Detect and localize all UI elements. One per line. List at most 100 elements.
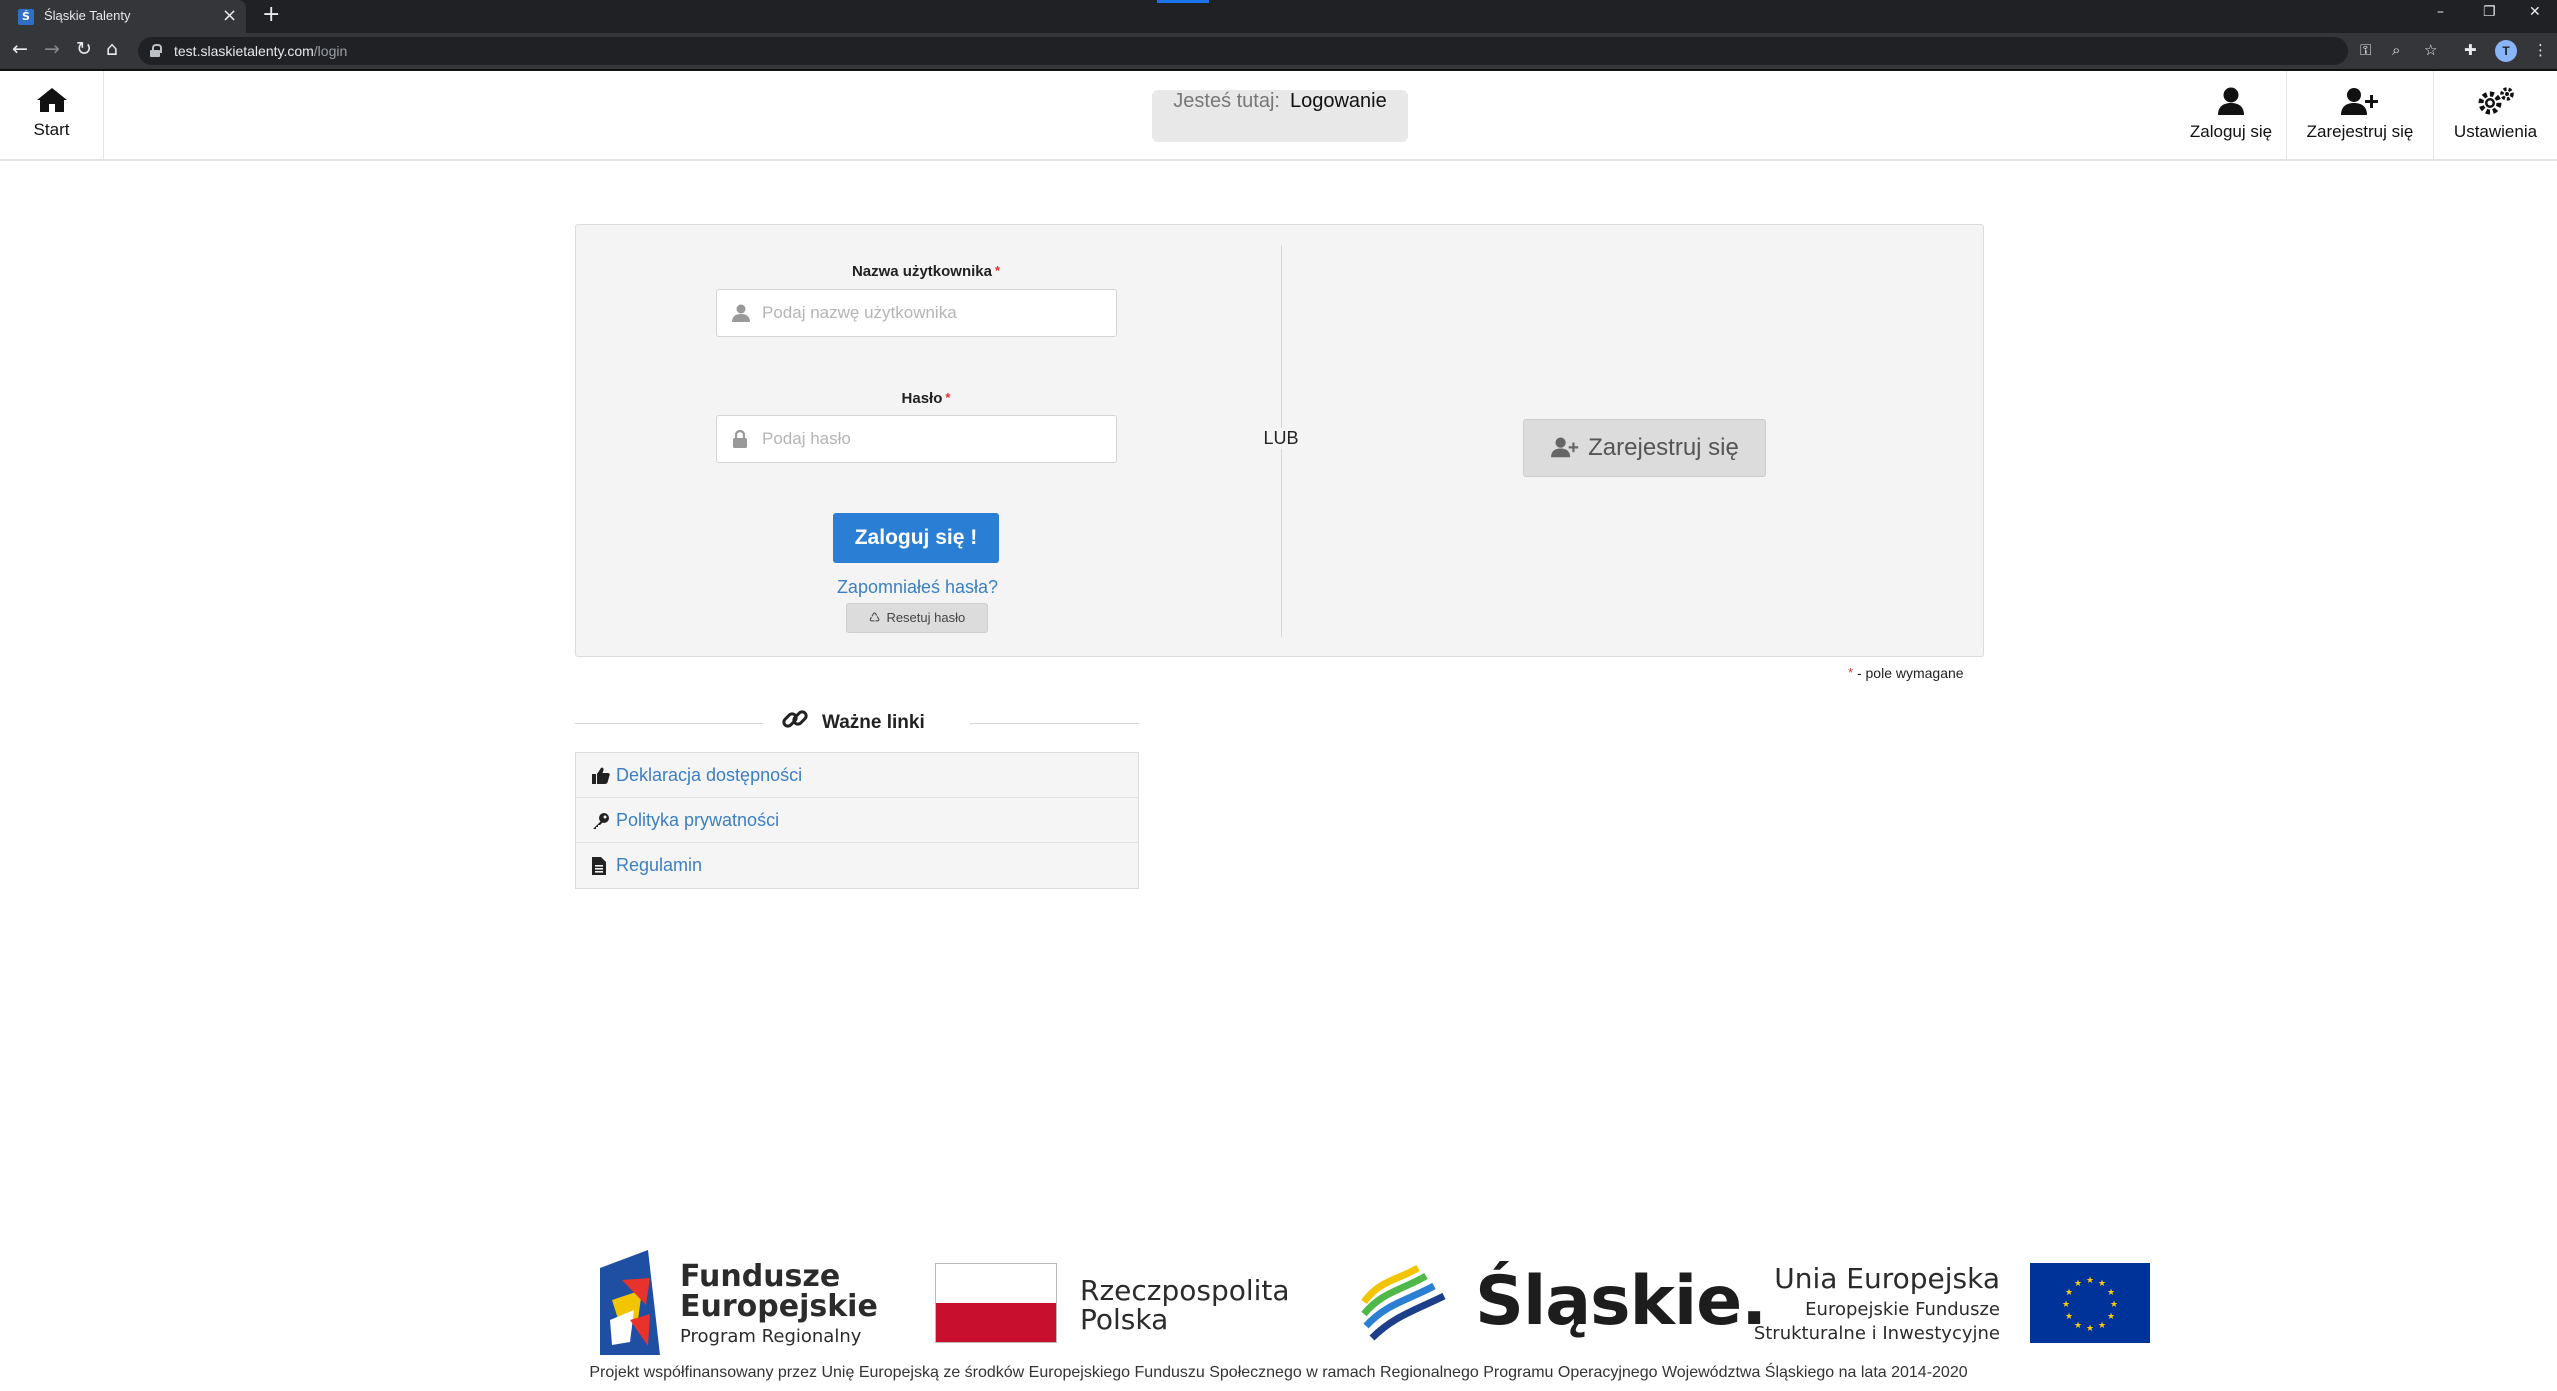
svg-text:★: ★ bbox=[2065, 1312, 2073, 1322]
link-icon bbox=[782, 710, 808, 728]
cogs-icon bbox=[2478, 87, 2514, 115]
pl-line1: Rzeczpospolita bbox=[1080, 1274, 1290, 1307]
close-tab-icon[interactable]: × bbox=[222, 5, 237, 26]
footer-logos: Fundusze Europejskie Program Regionalny … bbox=[0, 1240, 2557, 1360]
restore-icon[interactable]: ❐ bbox=[2483, 4, 2496, 20]
poland-flag-icon bbox=[935, 1263, 1057, 1343]
european-funds-logo-sub: Program Regionalny bbox=[680, 1326, 862, 1347]
lock-icon[interactable] bbox=[150, 44, 162, 57]
username-label-text: Nazwa użytkownika bbox=[851, 263, 992, 280]
password-label-text: Hasło bbox=[901, 390, 943, 407]
minimize-icon[interactable]: – bbox=[2437, 4, 2444, 20]
home-icon[interactable]: ⌂ bbox=[106, 38, 118, 60]
reset-password-label: Resetuj hasło bbox=[886, 610, 966, 625]
required-mark: * bbox=[1848, 665, 1854, 680]
document-icon bbox=[592, 857, 606, 875]
poland-logo-text: Rzeczpospolita Polska bbox=[1080, 1276, 1290, 1334]
important-links-list: Deklaracja dostępności Polityka prywatno… bbox=[575, 752, 1139, 889]
username-field[interactable] bbox=[716, 289, 1117, 337]
required-mark: * bbox=[994, 263, 1001, 278]
profile-avatar[interactable]: T bbox=[2495, 40, 2517, 62]
nav-settings[interactable]: Ustawienia bbox=[2434, 71, 2557, 159]
svg-text:★: ★ bbox=[2074, 1279, 2082, 1289]
password-label: Hasło * bbox=[576, 390, 1276, 407]
new-tab-icon[interactable]: + bbox=[262, 2, 280, 27]
username-label: Nazwa użytkownika * bbox=[576, 263, 1276, 280]
svg-text:★: ★ bbox=[2098, 1279, 2106, 1289]
user-plus-icon bbox=[1551, 437, 1579, 458]
forgot-password-link[interactable]: Zapomniałeś hasła? bbox=[576, 577, 1259, 598]
svg-text:★: ★ bbox=[2074, 1321, 2082, 1331]
reset-password-button[interactable]: ♺ Resetuj hasło bbox=[846, 603, 988, 633]
site-header: Start Jesteś tutaj: Logowanie Zaloguj się… bbox=[0, 71, 2557, 161]
breadcrumb-current: Logowanie bbox=[1289, 90, 1387, 112]
nav-login-label: Zaloguj się bbox=[2189, 122, 2273, 141]
browser-tab-strip: Ś Śląskie Talenty × + – ❐ ✕ bbox=[0, 0, 2557, 33]
svg-text:★: ★ bbox=[2062, 1300, 2070, 1310]
svg-text:★: ★ bbox=[2107, 1288, 2115, 1298]
svg-text:★: ★ bbox=[2086, 1324, 2094, 1334]
svg-text:★: ★ bbox=[2065, 1288, 2073, 1298]
breadcrumb-prefix: Jesteś tutaj: bbox=[1173, 90, 1280, 112]
heading-rule-right bbox=[970, 723, 1139, 724]
nav-login[interactable]: Zaloguj się bbox=[2176, 71, 2286, 159]
required-mark: * bbox=[945, 390, 951, 405]
password-input[interactable] bbox=[762, 424, 1107, 454]
zoom-icon[interactable]: ⌕ bbox=[2392, 41, 2400, 59]
username-input[interactable] bbox=[762, 298, 1107, 328]
bookmark-star-icon[interactable]: ☆ bbox=[2424, 41, 2437, 59]
slaskie-waves-icon bbox=[1361, 1264, 1446, 1341]
heading-rule-left bbox=[575, 723, 763, 724]
nav-settings-label: Ustawienia bbox=[2453, 122, 2538, 141]
link-privacy-policy[interactable]: Polityka prywatności bbox=[576, 798, 1138, 843]
ue-sub1: Europejskie Fundusze bbox=[1805, 1299, 2000, 1320]
favicon-icon: Ś bbox=[18, 9, 34, 25]
user-icon bbox=[2218, 87, 2244, 115]
key-icon bbox=[593, 813, 609, 829]
extensions-icon[interactable]: ✚ bbox=[2464, 41, 2477, 59]
tab-indicator bbox=[1157, 0, 1209, 3]
browser-tab[interactable]: Ś Śląskie Talenty × bbox=[0, 0, 246, 33]
svg-text:★: ★ bbox=[2098, 1321, 2106, 1331]
cofinancing-note: Projekt współfinansowany przez Unię Euro… bbox=[589, 1364, 1968, 1381]
link-label: Deklaracja dostępności bbox=[616, 765, 803, 785]
lock-icon bbox=[733, 430, 747, 448]
login-panel: Nazwa użytkownika* Hasło* Zaloguj się ! … bbox=[575, 224, 1984, 657]
important-links-title: Ważne linki bbox=[822, 712, 925, 733]
pl-line2: Polska bbox=[1080, 1303, 1169, 1336]
url-text: test.slaskietalenty.com/login bbox=[174, 43, 348, 59]
address-bar[interactable]: test.slaskietalenty.com/login bbox=[138, 37, 2348, 65]
european-funds-logo-icon bbox=[600, 1250, 660, 1355]
register-button-label: Zarejestruj się bbox=[1588, 434, 1739, 461]
svg-text:★: ★ bbox=[2086, 1276, 2094, 1286]
forward-icon[interactable]: → bbox=[44, 38, 60, 60]
nav-register[interactable]: Zarejestruj się bbox=[2286, 71, 2434, 159]
menu-dots-icon[interactable]: ⋮ bbox=[2533, 41, 2548, 59]
link-terms[interactable]: Regulamin bbox=[576, 843, 1138, 888]
password-field[interactable] bbox=[716, 415, 1117, 463]
or-label: LUB bbox=[1246, 428, 1316, 449]
eu-flag-icon: ★ ★★ ★★★ ★★★ ★★★ bbox=[2030, 1263, 2150, 1343]
eu-logo-sub: Europejskie Fundusze Strukturalne i Inwe… bbox=[1720, 1298, 2000, 1346]
close-window-icon[interactable]: ✕ bbox=[2529, 4, 2541, 20]
important-links-heading: Ważne linki bbox=[780, 704, 925, 734]
link-label: Polityka prywatności bbox=[616, 810, 780, 830]
login-submit-button[interactable]: Zaloguj się ! bbox=[833, 513, 999, 563]
nav-start-label: Start bbox=[33, 120, 70, 139]
browser-toolbar: ← → ↻ ⌂ test.slaskietalenty.com/login ⚿ … bbox=[0, 33, 2557, 69]
breadcrumb: Jesteś tutaj: Logowanie bbox=[1152, 90, 1408, 142]
key-icon[interactable]: ⚿ bbox=[2360, 41, 2371, 59]
reload-icon[interactable]: ↻ bbox=[76, 38, 92, 60]
register-button[interactable]: Zarejestruj się bbox=[1523, 419, 1766, 477]
ue-sub2: Strukturalne i Inwestycyjne bbox=[1753, 1323, 2000, 1344]
eu-logo-title: Unia Europejska bbox=[1774, 1262, 2000, 1295]
user-icon bbox=[732, 304, 750, 322]
user-plus-icon bbox=[2341, 88, 2378, 115]
back-icon[interactable]: ← bbox=[12, 38, 28, 60]
home-icon bbox=[36, 88, 67, 112]
nav-start[interactable]: Start bbox=[0, 71, 104, 159]
required-note-text: - pole wymagane bbox=[1856, 665, 1964, 681]
svg-text:★: ★ bbox=[2107, 1312, 2115, 1322]
european-funds-logo-text: Fundusze Europejskie bbox=[680, 1262, 878, 1322]
link-accessibility-declaration[interactable]: Deklaracja dostępności bbox=[576, 753, 1138, 798]
